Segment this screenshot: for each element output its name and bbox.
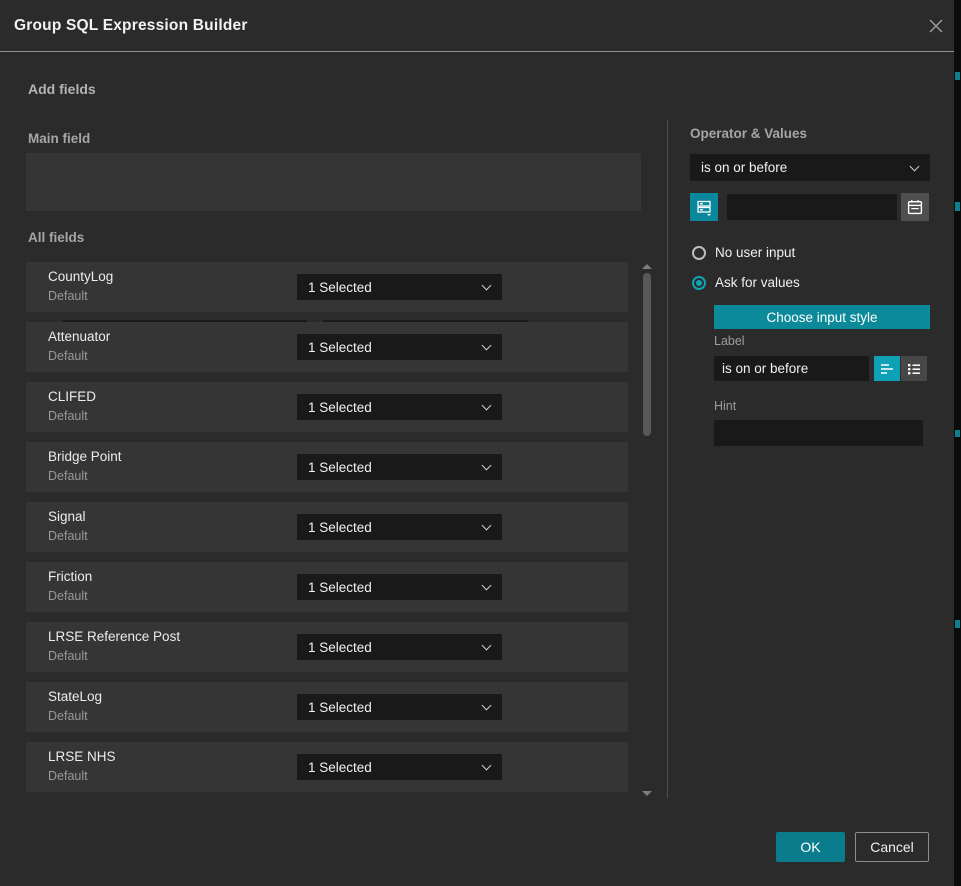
background-app-sliver <box>954 0 961 886</box>
close-icon <box>928 18 944 34</box>
field-row: Friction Default 1 Selected <box>26 562 628 612</box>
stacked-values-icon <box>695 198 713 216</box>
chevron-down-icon <box>482 761 492 771</box>
chevron-down-icon <box>482 701 492 711</box>
field-row: CountyLog Default 1 Selected <box>26 262 628 312</box>
bullet-list-icon <box>906 362 922 376</box>
dialog-titlebar: Group SQL Expression Builder <box>0 0 961 52</box>
field-name: StateLog <box>48 689 102 704</box>
chevron-down-icon <box>482 461 492 471</box>
field-selection-value: 1 Selected <box>308 340 372 355</box>
all-fields-list: CountyLog Default 1 Selected Attenuator … <box>26 262 628 802</box>
field-selection-dropdown[interactable]: 1 Selected <box>297 694 502 720</box>
field-subtitle: Default <box>48 769 88 783</box>
app-sliver-accent <box>955 202 960 211</box>
field-name: Attenuator <box>48 329 110 344</box>
field-selection-value: 1 Selected <box>308 520 372 535</box>
panel-divider <box>667 120 668 798</box>
field-selection-value: 1 Selected <box>308 760 372 775</box>
field-subtitle: Default <box>48 709 88 723</box>
calendar-icon <box>907 199 923 215</box>
app-sliver-accent <box>955 430 960 437</box>
field-selection-value: 1 Selected <box>308 640 372 655</box>
hint-input[interactable] <box>714 420 923 446</box>
chevron-down-icon <box>482 581 492 591</box>
field-row: LRSE Reference Post Default 1 Selected <box>26 622 628 672</box>
field-subtitle: Default <box>48 649 88 663</box>
chevron-down-icon <box>482 521 492 531</box>
dialog-title: Group SQL Expression Builder <box>14 0 248 52</box>
field-selection-dropdown[interactable]: 1 Selected <box>297 334 502 360</box>
scrollbar-up-arrow[interactable] <box>642 264 652 269</box>
field-row: LRSE NHS Default 1 Selected <box>26 742 628 792</box>
field-selection-value: 1 Selected <box>308 700 372 715</box>
field-selection-value: 1 Selected <box>308 460 372 475</box>
field-subtitle: Default <box>48 349 88 363</box>
field-selection-value: 1 Selected <box>308 580 372 595</box>
label-input[interactable] <box>714 356 869 381</box>
all-fields-heading: All fields <box>28 230 84 245</box>
single-input-style-button[interactable] <box>874 356 900 381</box>
field-subtitle: Default <box>48 469 88 483</box>
list-input-style-button[interactable] <box>901 356 927 381</box>
date-picker-button[interactable] <box>901 193 929 221</box>
operator-dropdown[interactable]: is on or before <box>690 154 930 181</box>
radio-circle-icon <box>692 246 706 260</box>
field-row: Bridge Point Default 1 Selected <box>26 442 628 492</box>
field-selection-value: 1 Selected <box>308 280 372 295</box>
radio-no-user-input[interactable]: No user input <box>692 245 795 260</box>
unique-values-button[interactable] <box>690 193 718 221</box>
field-name: LRSE NHS <box>48 749 116 764</box>
app-sliver-accent <box>955 620 960 628</box>
field-row: StateLog Default 1 Selected <box>26 682 628 732</box>
chevron-down-icon <box>482 341 492 351</box>
field-selection-dropdown[interactable]: 1 Selected <box>297 514 502 540</box>
field-subtitle: Default <box>48 589 88 603</box>
main-field-container: CountyLog | Default From Date <box>26 153 641 211</box>
field-subtitle: Default <box>48 289 88 303</box>
radio-no-user-input-label: No user input <box>715 245 795 260</box>
add-fields-heading: Add fields <box>28 81 96 97</box>
chevron-down-icon <box>482 641 492 651</box>
radio-ask-for-values[interactable]: Ask for values <box>692 275 800 290</box>
field-row: CLIFED Default 1 Selected <box>26 382 628 432</box>
field-selection-value: 1 Selected <box>308 400 372 415</box>
field-name: Friction <box>48 569 92 584</box>
close-button[interactable] <box>924 14 948 38</box>
app-sliver-accent <box>955 72 960 80</box>
operator-value: is on or before <box>701 160 787 175</box>
cancel-button[interactable]: Cancel <box>855 832 929 862</box>
scrollbar-thumb[interactable] <box>643 273 651 436</box>
value-input[interactable] <box>727 194 897 220</box>
field-selection-dropdown[interactable]: 1 Selected <box>297 754 502 780</box>
scrollbar-down-arrow[interactable] <box>642 791 652 796</box>
field-name: Bridge Point <box>48 449 122 464</box>
radio-ask-for-values-label: Ask for values <box>715 275 800 290</box>
field-selection-dropdown[interactable]: 1 Selected <box>297 394 502 420</box>
radio-circle-selected-icon <box>692 276 706 290</box>
field-name: LRSE Reference Post <box>48 629 180 644</box>
choose-input-style-button[interactable]: Choose input style <box>714 305 930 329</box>
field-subtitle: Default <box>48 529 88 543</box>
field-row: Attenuator Default 1 Selected <box>26 322 628 372</box>
field-selection-dropdown[interactable]: 1 Selected <box>297 454 502 480</box>
field-subtitle: Default <box>48 409 88 423</box>
label-caption: Label <box>714 334 745 348</box>
align-left-icon <box>879 362 895 376</box>
field-name: Signal <box>48 509 86 524</box>
chevron-down-icon <box>482 281 492 291</box>
field-name: CLIFED <box>48 389 96 404</box>
field-row: Signal Default 1 Selected <box>26 502 628 552</box>
field-name: CountyLog <box>48 269 113 284</box>
hint-caption: Hint <box>714 399 736 413</box>
field-selection-dropdown[interactable]: 1 Selected <box>297 574 502 600</box>
ok-button[interactable]: OK <box>776 832 845 862</box>
field-selection-dropdown[interactable]: 1 Selected <box>297 274 502 300</box>
main-field-heading: Main field <box>28 131 90 146</box>
field-selection-dropdown[interactable]: 1 Selected <box>297 634 502 660</box>
chevron-down-icon <box>910 161 920 171</box>
operator-values-heading: Operator & Values <box>690 126 807 141</box>
chevron-down-icon <box>482 401 492 411</box>
